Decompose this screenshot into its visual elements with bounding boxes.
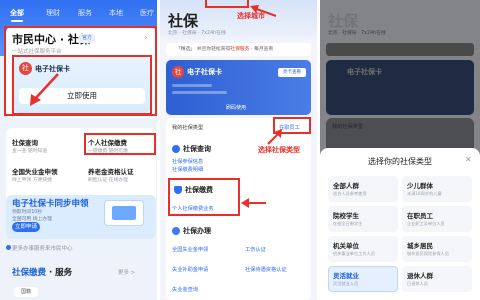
screen-home: 全部 理财 服务 本地 医疗 市民中心 · 社保 官方 › 一站式社保服务平台 … [0,0,160,300]
info-icon [6,245,11,250]
card-placeholder-line [172,84,212,87]
query-section-title[interactable]: 社保查询 [183,144,211,154]
handle-item[interactable]: 社保待遇资格认证 [245,266,287,273]
option-title: 灵活就业 [333,272,359,280]
e-card-title: 电子社保卡 [187,68,222,76]
section-title-suffix: · 服务 [46,268,73,278]
grid-item-sub: 线上申领 方便快捷 [12,178,52,183]
apply-now-button[interactable]: 立即申请 [12,222,40,232]
screen-type-picker: 社保 北京 · 社保局 · 7x24h在线 电子社保卡 我的社保类型 选择你的社… [320,0,480,300]
option-title: 少儿群体 [407,182,433,190]
option-sub: 灵活就业人员 [333,281,359,286]
grid-item-query[interactable]: 社保查询 [12,137,38,147]
annotation-select-city: 选择城市 [237,12,265,20]
tab-finance[interactable]: 理财 [46,6,60,20]
option-title: 机关单位 [333,242,359,250]
section-more-link[interactable]: 更多 > [118,268,135,276]
option-sub: 适合人员参考使用 [333,191,367,196]
promo-sub: 领取时间10秒 [12,210,43,215]
my-type-label: 我的社保类型 [172,125,204,131]
option-sub: 未满18周岁的儿童 [407,191,442,196]
banner-text-end: · 每月查看 [249,47,274,52]
handle-section-title[interactable]: 社保办理 [183,226,211,236]
grid-item-sub: 刷脸认证 在线办理 [88,178,128,183]
highlight-box-city [205,0,249,8]
sheet-title: 选择你的社保类型 [368,157,432,166]
annotation-select-type: 选择社保类型 [258,146,300,154]
notice-banner[interactable]: 「精选」 并且你轻松获得社保服务 · 每月查看 [166,43,311,56]
more-services-link[interactable]: 更多办事服务来市民中心 [12,244,73,252]
category-tabs: 全部 理财 服务 本地 医疗 [0,6,160,22]
option-title: 在职员工 [407,212,433,220]
page-title: 社保 [168,12,199,30]
option-title: 全部人群 [333,182,359,190]
card-illustration-inner [112,206,136,220]
social-card-logo-icon: 社 [172,66,184,78]
option-sub: 企业职工及单位人员 [407,221,445,226]
highlight-box-pay [168,178,240,216]
query-item[interactable]: 社保参保信息 [172,158,203,165]
option-sub: 在校全日制学生 [333,221,363,226]
tab-medical[interactable]: 医疗 [140,6,154,20]
handle-item[interactable]: 工伤认证 [245,246,266,253]
grid-item-pension[interactable]: 养老金资格认证 [88,166,134,176]
option-title: 院校学生 [333,212,359,220]
grid-item-unemployment[interactable]: 全国失业金申领 [12,166,58,176]
query-item[interactable]: 社保缴费明细 [172,166,203,173]
tab-local[interactable]: 本地 [109,6,123,20]
highlight-box-pay [84,133,156,155]
scan-use-label[interactable]: 刷码使用 [226,104,246,111]
show-card-button[interactable]: 亮卡查看 [278,68,306,77]
search-icon [172,145,180,153]
close-icon[interactable]: ✕ [465,155,472,164]
highlight-box-type [273,117,311,134]
option-sub: 已退休人员 [407,281,428,286]
handle-item[interactable]: 全国失业金申领 [172,246,208,253]
city-selector[interactable]: 北京 · 社保局 · 7x24h在线 [168,29,226,36]
promo-sub: 全国可用 线上办理 [12,217,52,222]
screen-social-security: 社保 北京 · 社保局 · 7x24h在线 选择城市 「精选」 并且你轻松获得社… [160,0,317,300]
banner-highlight: 社保服务 [230,47,250,52]
banner-text: 「精选」 并且你轻松获得 [176,47,231,52]
handle-item[interactable]: 失业金查询 [172,286,198,293]
card-placeholder-line [172,91,227,94]
section-title: 社保缴费 · 服务 [12,266,72,278]
tab-all[interactable]: 全部 [10,6,24,22]
filter-chip[interactable]: 国籍 [14,287,38,297]
section-title-prefix: 社保缴费 [12,268,47,278]
tab-services[interactable]: 服务 [78,6,92,20]
option-sub: 机关事业单位工作人员 [333,251,375,256]
option-title: 退休人群 [407,272,433,280]
option-title: 城乡居民 [407,242,433,250]
option-sub: 城乡居民保险参保人员 [407,251,449,256]
grid-item-sub: 查一查 随时知道 [12,149,48,154]
highlight-box-ecard [12,55,152,115]
handle-icon [172,227,180,235]
handle-item[interactable]: 失业补助金申请 [172,266,208,273]
